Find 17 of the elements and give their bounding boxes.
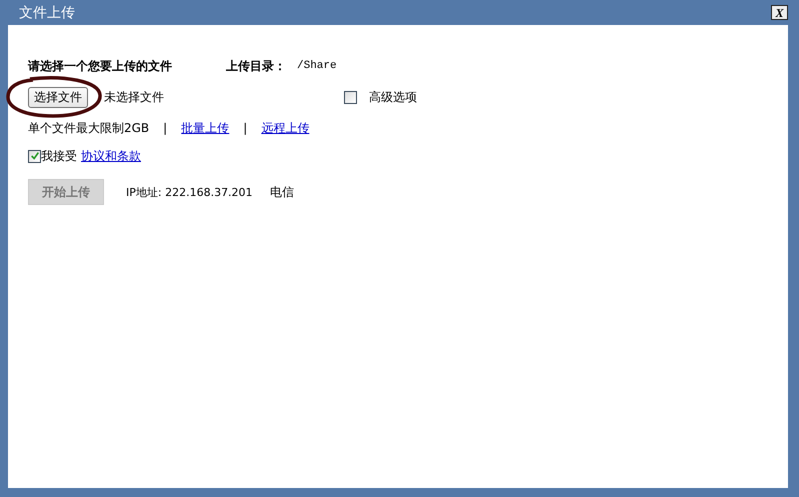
heading: 请选择一个您要上传的文件 [28, 58, 173, 74]
isp-label: 电信 [270, 184, 294, 200]
directory-path: /Share [297, 60, 337, 72]
link[interactable]: 批量上传 [181, 120, 230, 136]
choose-file-button[interactable]: 选择文件 [28, 86, 88, 108]
window-title: 文件上传 [18, 4, 75, 22]
ip-address: IP地址: 222.168.37.201 [126, 184, 254, 200]
directory-label: 上传目录： [226, 58, 287, 74]
separator: | [163, 121, 168, 135]
link[interactable]: 远程上传 [261, 120, 310, 136]
close-button[interactable]: X [771, 5, 788, 20]
checkbox-label: 我接受 [41, 148, 77, 164]
separator: | [243, 121, 248, 135]
file-status: 未选择文件 [104, 88, 164, 106]
checkbox-label: 高级选项 [369, 88, 417, 106]
terms-link[interactable]: 协议和条款 [81, 148, 141, 164]
size-limit-text: 单个文件最大限制2GB [28, 120, 150, 136]
